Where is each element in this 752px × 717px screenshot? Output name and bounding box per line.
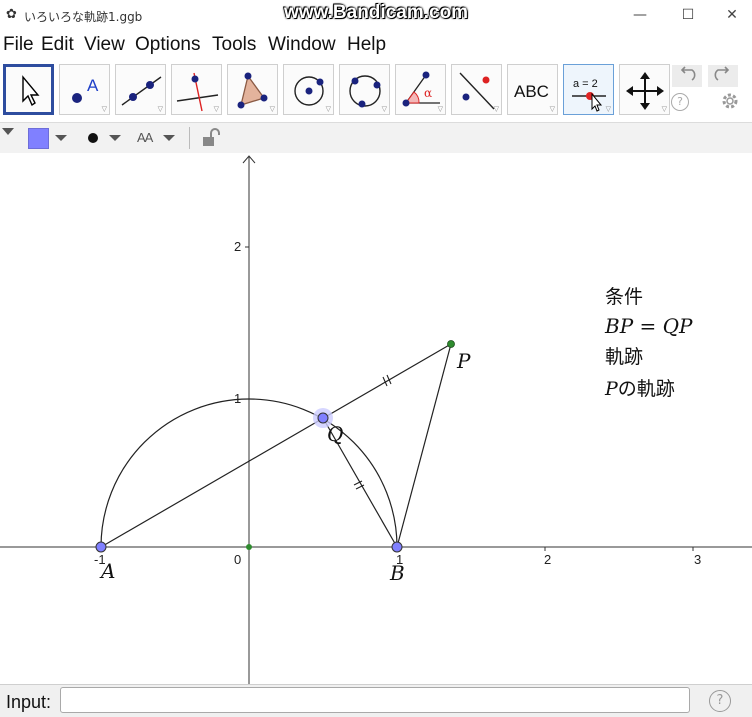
redo-icon <box>714 66 730 81</box>
label-B: B <box>389 561 405 585</box>
color-swatch <box>28 128 49 149</box>
toolbar: A ▽ ▽ ▽ ▽ ▽ ▽ α ▽ ▽ ABC ▽ a = 2 ▽ ▽ ? <box>0 60 752 120</box>
lock-button[interactable] <box>200 127 222 149</box>
x-tick-label: 0 <box>234 552 241 567</box>
chevron-down-icon <box>163 135 175 141</box>
title-bar: ✿ いろいろな軌跡1.ggb www.Bandicam.com — ☐ ✕ <box>0 0 752 30</box>
input-bar: Input: ? <box>0 684 752 717</box>
chevron-down-icon <box>55 135 67 141</box>
bandicam-watermark: www.Bandicam.com <box>284 2 469 23</box>
move-graphics-view-tool-button[interactable]: ▽ <box>619 64 670 115</box>
settings-button[interactable] <box>720 91 740 111</box>
perpendicular-line-tool-button[interactable]: ▽ <box>171 64 222 115</box>
circle-three-points-tool-button[interactable]: ▽ <box>339 64 390 115</box>
menu-tools[interactable]: Tools <box>212 34 256 56</box>
point-A <box>95 541 107 553</box>
maximize-button[interactable]: ☐ <box>666 3 710 27</box>
graphics-canvas[interactable]: -1 0 1 2 3 1 2 A B Q P 条件 BP = QP 軌跡 Pの軌… <box>0 153 752 684</box>
point-style-icon <box>88 133 121 143</box>
origin-point <box>246 544 252 550</box>
gear-icon <box>722 93 738 109</box>
menu-file[interactable]: File <box>3 34 34 56</box>
label-Q: Q <box>327 422 343 446</box>
label-P: P <box>456 349 471 373</box>
text-style-button[interactable]: AA <box>134 127 182 149</box>
unlock-icon <box>203 128 220 146</box>
condition-equation: BP = QP <box>604 314 693 338</box>
point-tool-button[interactable]: A ▽ <box>59 64 110 115</box>
window-title: いろいろな軌跡1.ggb <box>24 10 143 24</box>
svg-text:a = 2: a = 2 <box>573 78 598 90</box>
help-button[interactable]: ? <box>671 93 689 111</box>
segment-A-P <box>100 343 452 548</box>
text-style-label: AA <box>137 130 153 145</box>
undo-icon <box>680 66 696 81</box>
svg-text:ABC: ABC <box>514 82 549 101</box>
point-P <box>447 340 455 348</box>
undo-button[interactable] <box>672 65 702 87</box>
redo-button[interactable] <box>708 65 738 87</box>
graphics-view[interactable]: -1 0 1 2 3 1 2 A B Q P 条件 BP = QP 軌跡 Pの軌… <box>0 153 752 684</box>
menu-view[interactable]: View <box>84 34 125 56</box>
help-icon: ? <box>677 95 683 108</box>
menu-window[interactable]: Window <box>268 34 336 56</box>
menu-bar: File Edit View Options Tools Window Help <box>0 32 752 58</box>
move-tool-button[interactable] <box>3 64 54 115</box>
point-B <box>391 541 403 553</box>
input-label: Input: <box>6 692 52 712</box>
menu-options[interactable]: Options <box>135 34 200 56</box>
style-bar: AA <box>0 122 752 154</box>
svg-text:A: A <box>87 76 99 95</box>
menu-help[interactable]: Help <box>347 34 386 56</box>
angle-tool-button[interactable]: α ▽ <box>395 64 446 115</box>
polygon-tool-button[interactable]: ▽ <box>227 64 278 115</box>
y-tick-label: 1 <box>234 391 241 406</box>
line-tool-button[interactable]: ▽ <box>115 64 166 115</box>
locus-heading: 軌跡 <box>605 346 643 368</box>
segment-B-P <box>396 343 452 548</box>
condition-heading: 条件 <box>605 286 643 308</box>
color-picker-button[interactable] <box>26 127 74 149</box>
point-style-button[interactable] <box>84 127 126 149</box>
circle-center-point-tool-button[interactable]: ▽ <box>283 64 334 115</box>
minimize-button[interactable]: — <box>618 3 662 27</box>
arrow-cursor-icon <box>22 75 40 107</box>
menu-edit[interactable]: Edit <box>41 34 74 56</box>
text-tool-button[interactable]: ABC ▽ <box>507 64 558 115</box>
close-button[interactable]: ✕ <box>710 3 752 27</box>
geogebra-app-icon: ✿ <box>6 7 17 22</box>
label-A: A <box>99 559 115 583</box>
separator <box>189 127 190 149</box>
reflect-tool-button[interactable]: ▽ <box>451 64 502 115</box>
input-help-icon[interactable]: ? <box>709 690 731 712</box>
x-tick-label: 2 <box>544 552 551 567</box>
y-tick-label: 2 <box>234 239 241 254</box>
svg-text:α: α <box>424 86 432 100</box>
input-field[interactable] <box>60 687 690 713</box>
toggle-stylebar-icon <box>2 128 14 135</box>
locus-of-P-text: Pの軌跡 <box>604 378 675 400</box>
slider-tool-button[interactable]: a = 2 ▽ <box>563 64 614 115</box>
x-tick-label: 3 <box>694 552 701 567</box>
